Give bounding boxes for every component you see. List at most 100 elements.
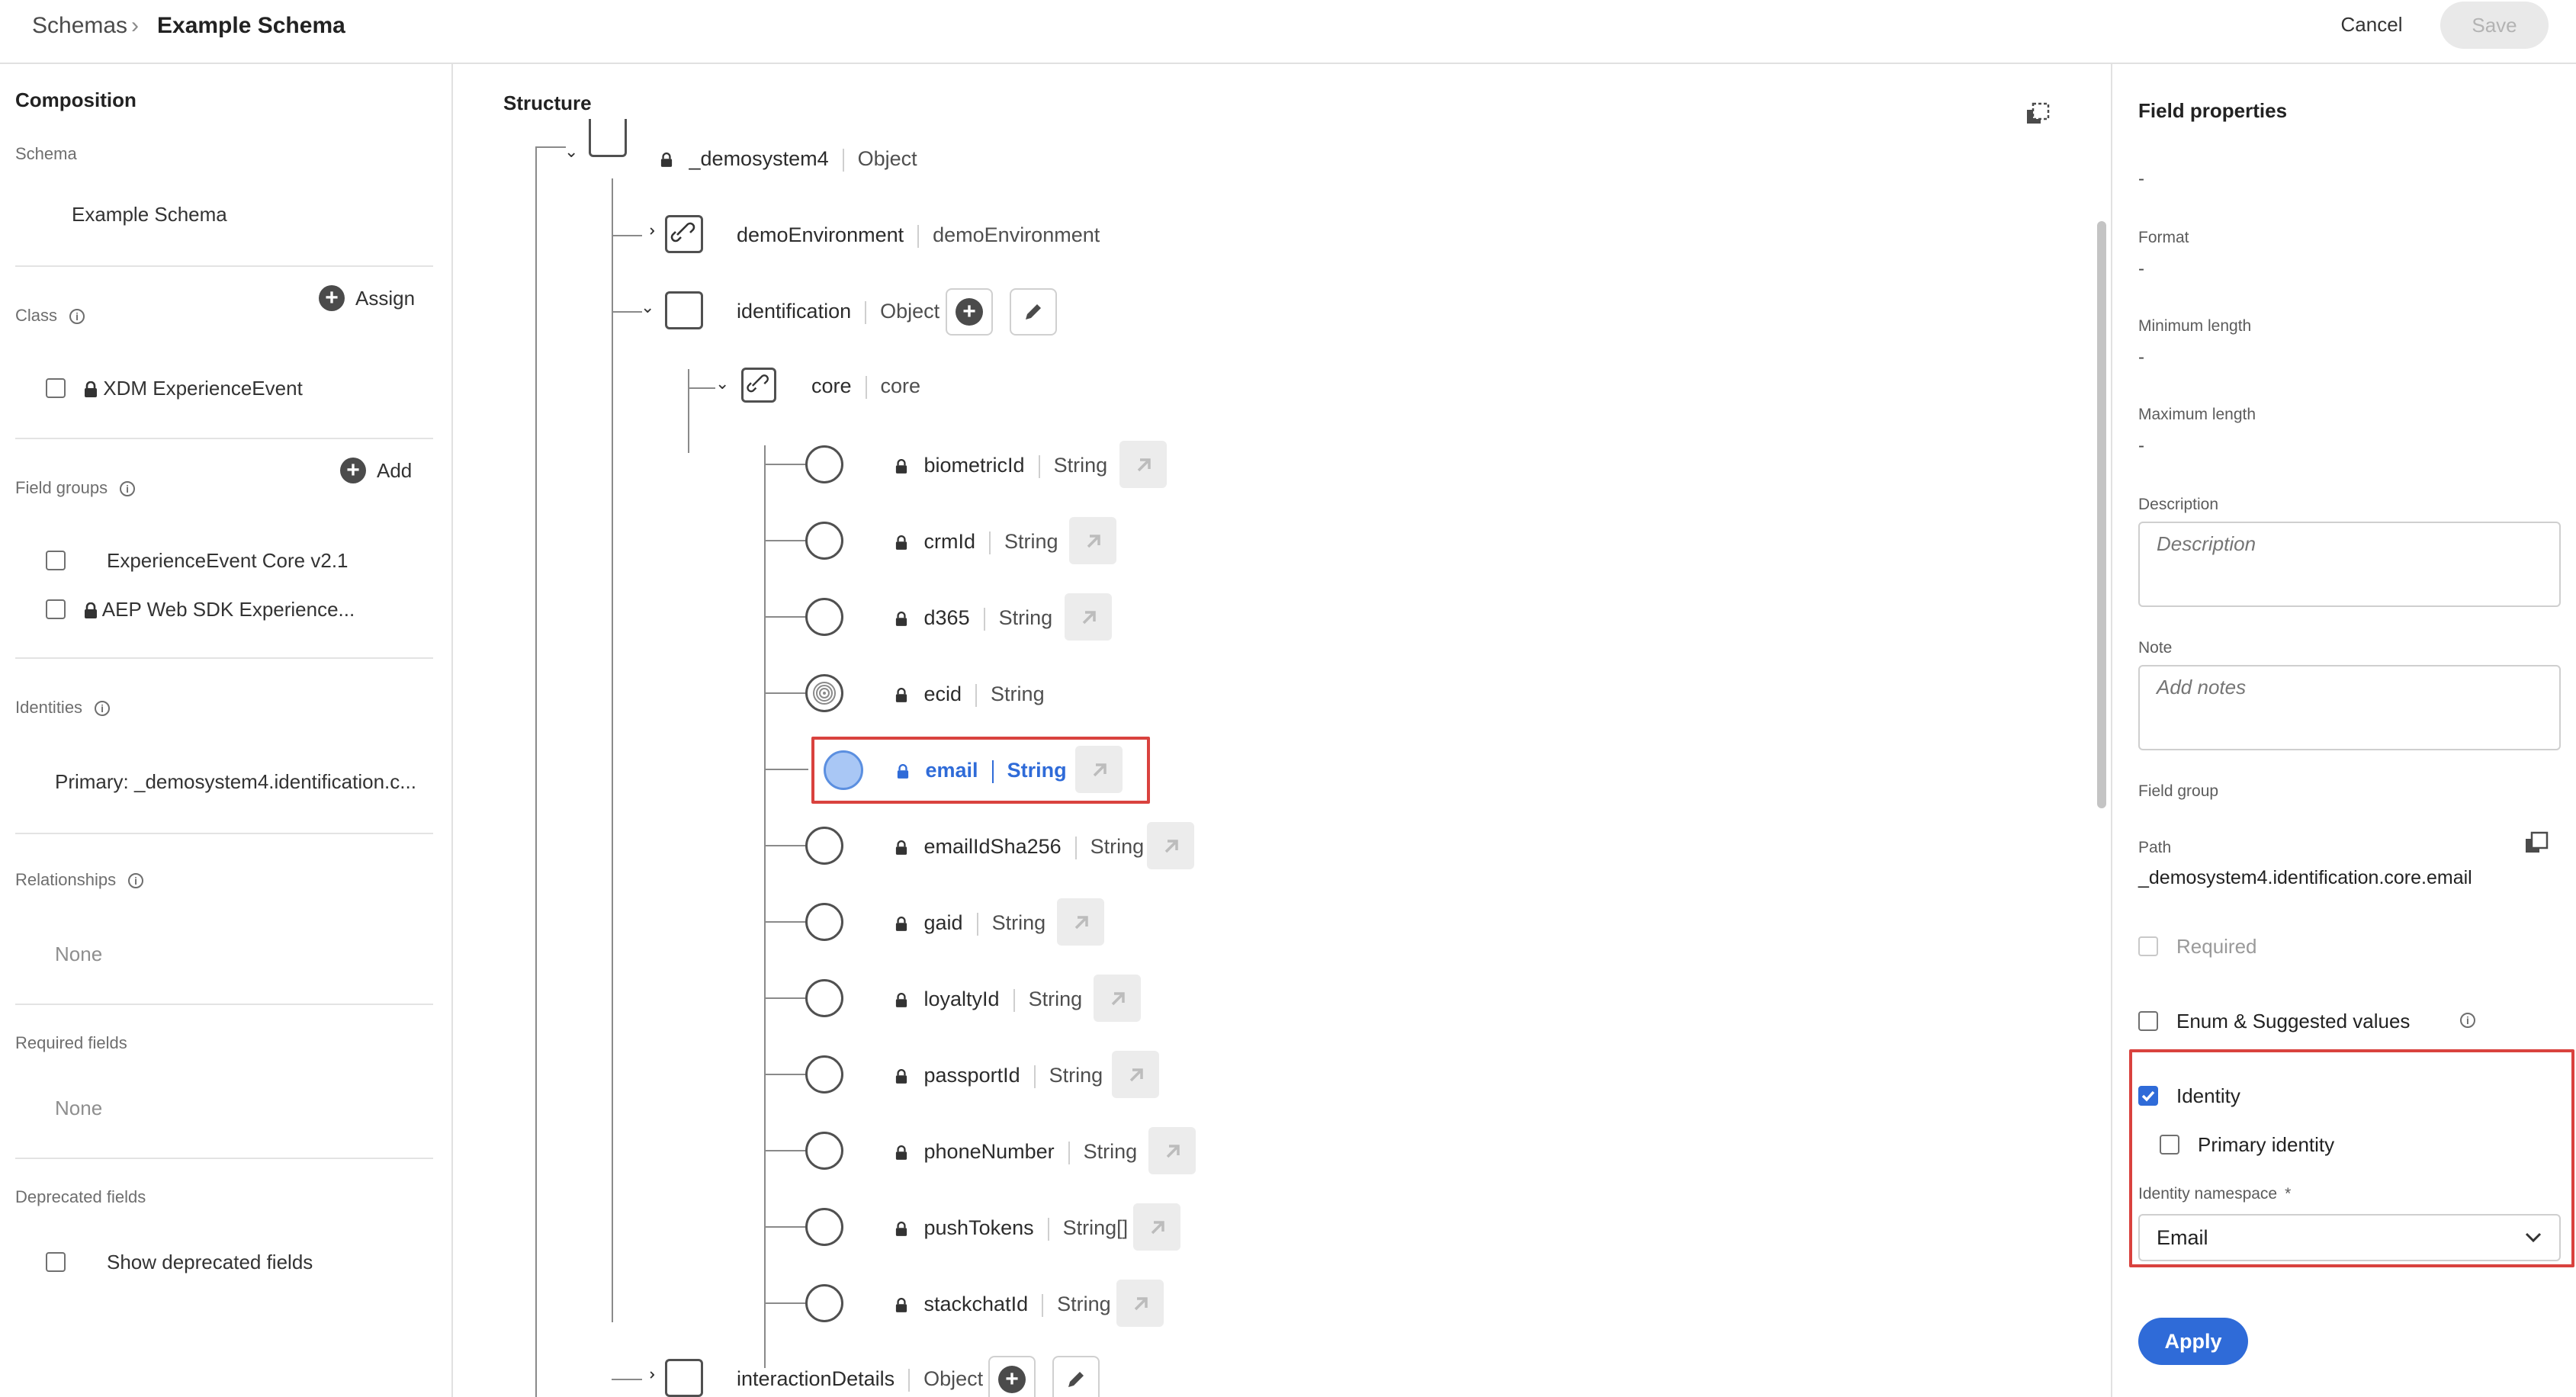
arrow-up-right-icon [1082, 611, 1096, 625]
chevron-down-icon[interactable]: ⌄ [564, 143, 578, 160]
lock-icon [895, 1297, 907, 1312]
chevron-right-icon[interactable]: ⌄ [639, 224, 658, 238]
add-field-button[interactable]: + [946, 288, 993, 336]
chevron-down-icon[interactable]: ⌄ [641, 299, 654, 316]
schema-name[interactable]: Example Schema [72, 201, 227, 227]
info-icon[interactable]: i [95, 701, 111, 717]
tree-node-field[interactable]: phoneNumber String [895, 1138, 1137, 1165]
class-item[interactable]: XDM ExperienceEvent [84, 375, 303, 401]
cancel-button[interactable]: Cancel [2318, 5, 2425, 44]
tree-node-field[interactable]: ecid String [895, 680, 1045, 708]
map-arrow-button[interactable] [1112, 1051, 1159, 1098]
composition-panel: Composition Schema Example Schema Class i… [0, 64, 453, 1397]
tree-node-field[interactable]: biometricId String [895, 451, 1107, 479]
primary-identity-checkbox[interactable] [2160, 1135, 2179, 1155]
tree-node-root[interactable]: _demosystem4 Object [660, 145, 917, 172]
field-group-item[interactable]: AEP Web SDK Experience... [84, 596, 355, 622]
tree-node-core[interactable]: core core [811, 372, 920, 400]
tree-node-field[interactable]: passportId String [895, 1061, 1103, 1089]
edit-button[interactable] [1052, 1356, 1100, 1397]
tree-node-demoenvironment[interactable]: demoEnvironment demoEnvironment [737, 221, 1100, 249]
map-arrow-button[interactable] [1147, 822, 1194, 869]
chevron-right-icon[interactable]: ⌄ [639, 1368, 658, 1382]
tree-line [764, 445, 766, 1368]
identity-namespace-label: Identity namespace * [2138, 1185, 2292, 1203]
add-circle-icon: + [319, 285, 345, 311]
tree-node-field[interactable]: emailIdSha256 String [895, 833, 1144, 860]
tree-line [535, 148, 537, 1397]
field-type-icon [805, 1055, 843, 1094]
identities-value[interactable]: Primary: _demosystem4.identification.c..… [55, 769, 416, 795]
divider [15, 1158, 433, 1159]
map-arrow-button[interactable] [1119, 441, 1167, 488]
enum-checkbox[interactable] [2138, 1011, 2158, 1031]
tree-node-field[interactable]: loyaltyId String [895, 985, 1082, 1013]
fingerprint-icon [805, 674, 843, 712]
node-name: identification [737, 300, 852, 323]
field-group-item[interactable]: ExperienceEvent Core v2.1 [107, 548, 348, 573]
tree-node-identification[interactable]: identification Object [737, 297, 940, 325]
map-arrow-button[interactable] [1116, 1280, 1164, 1327]
arrow-up-right-icon [1166, 1145, 1180, 1158]
breadcrumb-schemas[interactable]: Schemas [32, 11, 127, 41]
add-field-group-button[interactable]: + Add [340, 458, 412, 483]
map-arrow-button[interactable] [1057, 898, 1104, 946]
info-icon[interactable]: i [69, 309, 85, 325]
node-type: Object [880, 300, 940, 323]
tree-node-interactiondetails[interactable]: interactionDetails Object [737, 1365, 983, 1392]
composition-title: Composition [15, 88, 137, 111]
field-type-icon [805, 1208, 843, 1246]
tree-node-field-selected[interactable]: email String [897, 756, 1067, 784]
lock-icon [895, 992, 907, 1007]
format-value: - [2138, 259, 2144, 279]
copy-icon[interactable] [2025, 101, 2051, 127]
node-type: String [1053, 454, 1108, 477]
map-arrow-button[interactable] [1148, 1127, 1196, 1174]
map-arrow-button[interactable] [1133, 1203, 1180, 1251]
tree-node-field[interactable]: d365 String [895, 604, 1052, 631]
info-icon[interactable]: i [128, 873, 144, 889]
note-field[interactable] [2138, 665, 2561, 750]
assign-label: Assign [355, 287, 416, 310]
arrow-up-right-icon [1151, 1221, 1164, 1235]
divider [15, 265, 433, 267]
map-arrow-button[interactable] [1065, 593, 1112, 641]
info-icon[interactable]: i [2460, 1013, 2475, 1028]
field-group-checkbox[interactable] [46, 599, 66, 619]
structure-scrollbar[interactable] [2097, 221, 2106, 808]
assign-class-button[interactable]: + Assign [319, 285, 415, 311]
description-field[interactable] [2138, 522, 2561, 607]
tree-node-field[interactable]: gaid String [895, 909, 1045, 936]
pencil-icon [1068, 1372, 1084, 1387]
save-button[interactable]: Save [2440, 2, 2549, 49]
identity-namespace-select[interactable]: Email [2138, 1214, 2561, 1261]
map-arrow-button[interactable] [1075, 746, 1123, 793]
field-group-checkbox[interactable] [46, 551, 66, 570]
tree-node-field[interactable]: pushTokens String[] [895, 1214, 1128, 1241]
map-arrow-button[interactable] [1094, 975, 1141, 1022]
node-name: stackchatId [923, 1293, 1029, 1315]
lock-icon [85, 602, 97, 619]
apply-button[interactable]: Apply [2138, 1318, 2248, 1365]
chevron-down-icon[interactable]: ⌄ [715, 375, 729, 392]
identity-checkbox[interactable] [2138, 1086, 2158, 1106]
add-field-button[interactable]: + [988, 1356, 1036, 1397]
copy-path-icon[interactable] [2524, 830, 2550, 856]
tree-node-field[interactable]: crmId String [895, 528, 1058, 555]
checkmark-icon [2141, 1090, 2155, 1102]
arrow-up-right-icon [1087, 535, 1100, 548]
edit-button[interactable] [1010, 288, 1057, 336]
map-arrow-button[interactable] [1069, 517, 1116, 564]
format-label: Format [2138, 229, 2189, 246]
tree-node-field[interactable]: stackchatId String [895, 1290, 1111, 1318]
divider [15, 657, 433, 659]
show-deprecated-label[interactable]: Show deprecated fields [107, 1249, 313, 1275]
class-checkbox[interactable] [46, 378, 66, 398]
lock-icon [895, 1145, 907, 1160]
add-circle-icon: + [340, 458, 366, 483]
required-fields-value: None [55, 1097, 103, 1119]
show-deprecated-checkbox[interactable] [46, 1252, 66, 1272]
info-icon[interactable]: i [120, 481, 136, 497]
identity-label: Identity [2176, 1084, 2240, 1107]
required-checkbox[interactable] [2138, 936, 2158, 956]
